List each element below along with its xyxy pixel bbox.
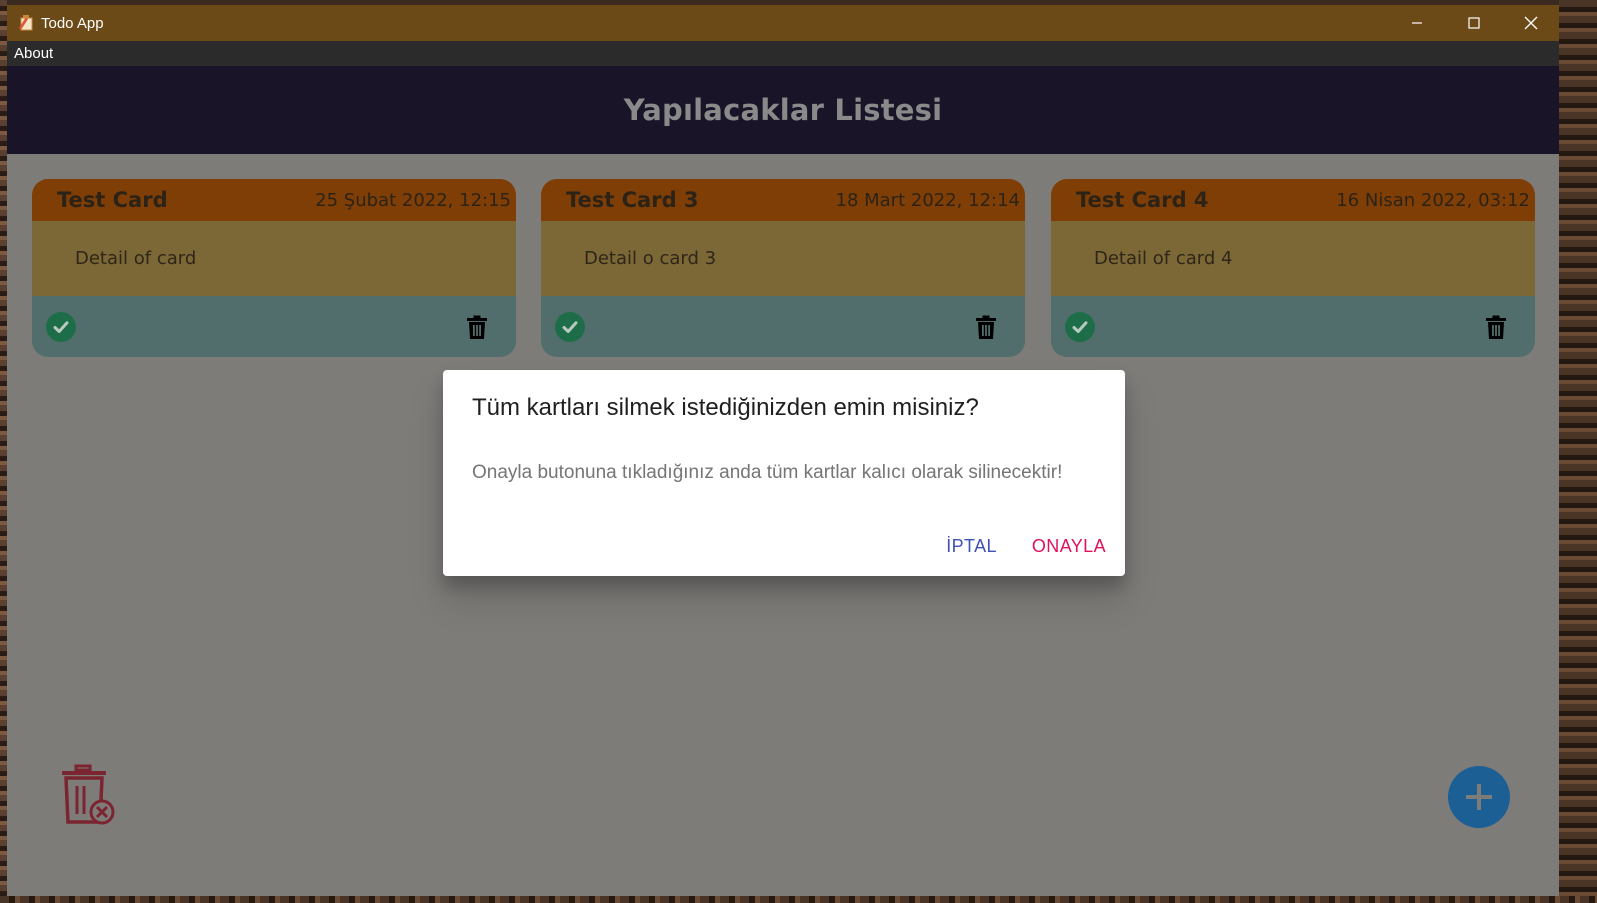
- card-detail: Detail o card 3: [584, 248, 717, 269]
- menu-bar: About: [7, 41, 1559, 66]
- todo-card: Test Card 3 18 Mart 2022, 12:14 Detail o…: [541, 179, 1025, 357]
- check-circle-icon[interactable]: [46, 311, 76, 342]
- card-footer: [541, 296, 1025, 357]
- trash-icon[interactable]: [466, 314, 488, 340]
- card-footer: [32, 296, 516, 357]
- trash-icon[interactable]: [1485, 314, 1507, 340]
- menu-item-about[interactable]: About: [14, 45, 53, 62]
- minimize-icon: [1411, 22, 1422, 24]
- card-footer: [1051, 296, 1535, 357]
- dialog-title: Tüm kartları silmek istediğinizden emin …: [472, 394, 979, 421]
- desktop-background-bottom: [0, 896, 1597, 903]
- page-header: Yapılacaklar Listesi: [7, 66, 1559, 154]
- desktop-background-right: [1559, 0, 1597, 903]
- dialog-actions: İPTAL ONAYLA: [946, 536, 1106, 557]
- window-controls: [1388, 5, 1559, 41]
- check-circle-icon[interactable]: [1065, 311, 1095, 342]
- card-detail: Detail of card: [75, 248, 197, 269]
- trash-x-icon: [62, 764, 115, 825]
- trash-icon[interactable]: [975, 314, 997, 340]
- maximize-icon: [1467, 17, 1480, 29]
- plus-icon: [1466, 784, 1492, 810]
- delete-all-button[interactable]: [60, 764, 118, 828]
- app-window: Todo App About Yapılacaklar Listesi Test…: [7, 5, 1559, 896]
- close-icon: [1524, 16, 1537, 30]
- card-header: Test Card 4 16 Nisan 2022, 03:12: [1051, 179, 1535, 221]
- card-title: Test Card: [57, 188, 168, 212]
- card-date: 25 Şubat 2022, 12:15: [315, 189, 511, 211]
- add-card-button[interactable]: [1448, 766, 1510, 828]
- check-circle-icon[interactable]: [555, 311, 585, 342]
- card-body: Detail of card: [32, 221, 516, 296]
- dialog-message: Onayla butonuna tıkladığınız anda tüm ka…: [472, 462, 1063, 483]
- confirm-delete-dialog: Tüm kartları silmek istediğinizden emin …: [443, 370, 1125, 576]
- app-icon: [17, 14, 35, 32]
- cancel-button[interactable]: İPTAL: [946, 536, 997, 557]
- maximize-button[interactable]: [1445, 5, 1502, 41]
- minimize-button[interactable]: [1388, 5, 1445, 41]
- card-date: 18 Mart 2022, 12:14: [835, 189, 1021, 211]
- todo-card: Test Card 25 Şubat 2022, 12:15 Detail of…: [32, 179, 516, 357]
- card-header: Test Card 25 Şubat 2022, 12:15: [32, 179, 516, 221]
- card-title: Test Card 3: [566, 188, 699, 212]
- todo-card: Test Card 4 16 Nisan 2022, 03:12 Detail …: [1051, 179, 1535, 357]
- desktop-background-left: [0, 0, 7, 903]
- confirm-button[interactable]: ONAYLA: [1032, 536, 1106, 557]
- card-date: 16 Nisan 2022, 03:12: [1336, 189, 1530, 211]
- close-window-button[interactable]: [1502, 5, 1559, 41]
- title-bar[interactable]: Todo App: [7, 5, 1559, 41]
- card-header: Test Card 3 18 Mart 2022, 12:14: [541, 179, 1025, 221]
- card-title: Test Card 4: [1076, 188, 1209, 212]
- card-body: Detail of card 4: [1051, 221, 1535, 296]
- window-title: Todo App: [41, 14, 104, 32]
- page-title: Yapılacaklar Listesi: [623, 93, 943, 127]
- card-detail: Detail of card 4: [1094, 248, 1233, 269]
- card-body: Detail o card 3: [541, 221, 1025, 296]
